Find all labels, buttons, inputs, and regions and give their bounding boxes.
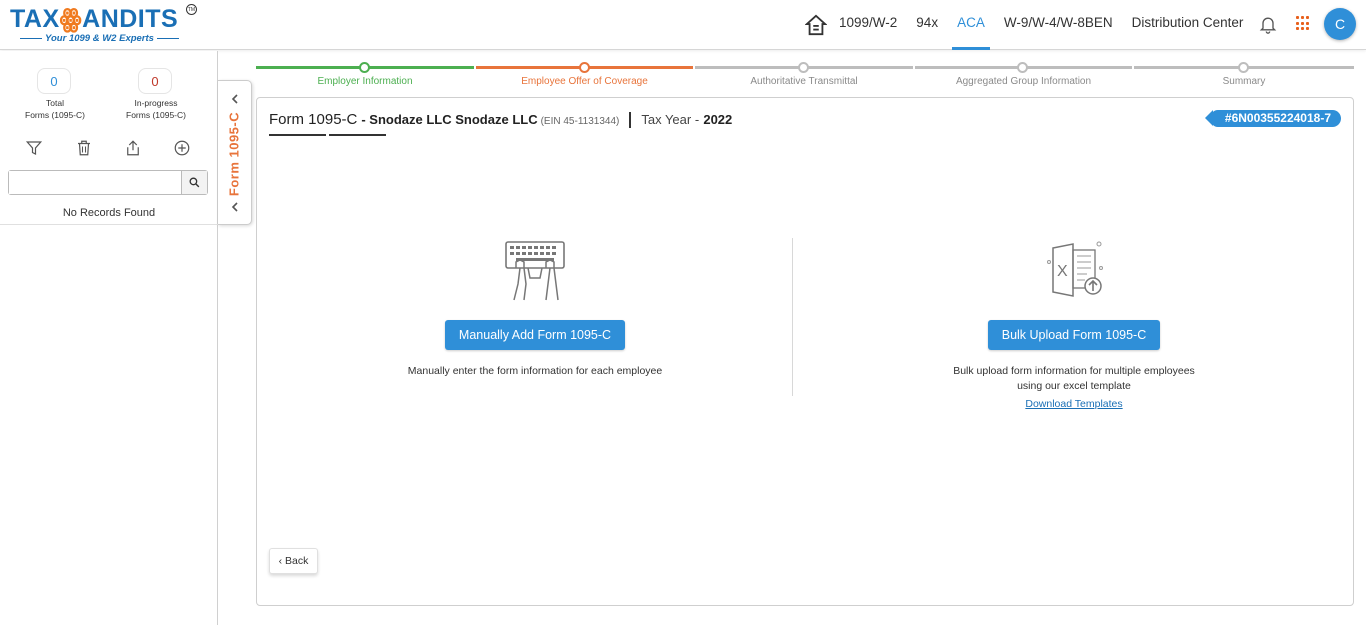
logo-brand-prefix: TAX (10, 5, 60, 33)
step-label: Employer Information (317, 76, 413, 87)
logo-brand-suffix: ANDITS (82, 5, 179, 33)
tax-year-value: 2022 (703, 112, 733, 127)
company-name: - Snodaze LLC Snodaze LLC (361, 112, 538, 127)
step-employee-offer-of-coverage[interactable]: Employee Offer of Coverage (476, 60, 693, 90)
search-icon (189, 177, 200, 188)
step-dot (579, 62, 590, 73)
logo-tagline-text: Your 1099 & W2 Experts (45, 33, 154, 44)
total-label-line2: Forms (1095-C) (25, 110, 85, 120)
sidebar-search (8, 170, 208, 195)
progress-stepper: Employer Information Employee Offer of C… (256, 60, 1354, 90)
in-progress-forms-label: In-progress Forms (1095-C) (111, 97, 201, 121)
progress-label-line1: In-progress (134, 98, 178, 108)
home-icon[interactable] (805, 14, 827, 36)
top-header: TAXꙮANDITS TM Your 1099 & W2 Experts 109… (0, 0, 1366, 50)
step-label: Authoritative Transmittal (750, 76, 858, 87)
nav-94x[interactable]: 94x (916, 0, 938, 50)
step-label: Aggregated Group Information (955, 76, 1092, 87)
company-ein: (EIN 45-1131344) (540, 116, 620, 127)
chevron-left-icon[interactable] (230, 94, 240, 104)
search-input[interactable] (9, 171, 182, 194)
step-label: Summary (1222, 76, 1266, 87)
search-button[interactable] (181, 171, 207, 194)
back-label: Back (285, 555, 309, 567)
nav-distribution-center[interactable]: Distribution Center (1132, 0, 1244, 50)
bulk-description: Bulk upload form information for multipl… (874, 364, 1274, 412)
excel-upload-icon: X (1047, 241, 1103, 297)
no-records-message: No Records Found (62, 207, 156, 219)
tax-year-label: Tax Year - (641, 112, 700, 127)
total-forms-label: Total Forms (1095-C) (10, 97, 100, 121)
step-aggregated-group-information[interactable]: Aggregated Group Information (915, 60, 1132, 90)
forms-summary-panel: 0 Total Forms (1095-C) 0 In-progress For… (0, 51, 218, 225)
form-card: Form 1095-C - Snodaze LLC Snodaze LLC (EIN… (256, 97, 1354, 606)
back-button[interactable]: ‹ Back (269, 548, 318, 574)
step-employer-information[interactable]: Employer Information (256, 60, 474, 90)
form-header: Form 1095-C - Snodaze LLC Snodaze LLC (EIN… (269, 111, 733, 129)
sidebar-collapse-tab[interactable]: Form 1095-C (218, 80, 252, 225)
filter-icon[interactable] (25, 139, 43, 157)
bulk-upload-form-button[interactable]: Bulk Upload Form 1095-C (987, 320, 1161, 350)
chevron-left-icon[interactable] (230, 202, 240, 212)
user-avatar[interactable]: C (1324, 8, 1356, 40)
share-export-icon[interactable] (124, 139, 142, 157)
trash-icon[interactable] (75, 139, 93, 157)
step-dot (1238, 62, 1249, 73)
bulk-upload-option: X Bulk Upload Form 1095-C Bulk upload fo… (874, 238, 1274, 412)
title-underline (329, 134, 386, 136)
step-summary[interactable]: Summary (1134, 60, 1354, 90)
title-separator (629, 112, 632, 129)
trademark-badge: TM (186, 4, 197, 15)
submission-id-badge: #6N00355224018-7 (1204, 110, 1341, 127)
title-underline (269, 134, 326, 136)
sidebar-tab-label: Form 1095-C (226, 111, 242, 197)
svg-text:X: X (1057, 263, 1068, 280)
in-progress-forms-count[interactable]: 0 (138, 68, 172, 94)
taxbandits-logo[interactable]: TAXꙮANDITS TM Your 1099 & W2 Experts (10, 4, 200, 46)
apps-grid-icon[interactable] (1296, 16, 1311, 31)
step-dot (1017, 62, 1028, 73)
owl-icon: ꙮ (59, 5, 83, 33)
step-label: Employee Offer of Coverage (521, 76, 648, 87)
form-name: Form 1095-C (269, 111, 358, 128)
add-circle-icon[interactable] (173, 139, 191, 157)
bulk-description-line2: using our excel template (1017, 380, 1131, 392)
main-nav: 1099/W-2 94x ACA W-9/W-4/W-8BEN Distribu… (805, 0, 1262, 50)
nav-w9-w4-w8ben[interactable]: W-9/W-4/W-8BEN (1004, 0, 1113, 50)
download-templates-link[interactable]: Download Templates (874, 397, 1274, 412)
total-forms-count[interactable]: 0 (37, 68, 71, 94)
options-divider (792, 238, 793, 396)
progress-label-line2: Forms (1095-C) (126, 110, 186, 120)
manual-description: Manually enter the form information for … (407, 365, 663, 377)
step-dot (359, 62, 370, 73)
total-label-line1: Total (46, 98, 64, 108)
keyboard-typing-icon (505, 241, 565, 301)
chevron-left-icon: ‹ (278, 555, 283, 567)
forms-sidebar: 0 Total Forms (1095-C) 0 In-progress For… (0, 51, 218, 625)
sidebar-toolbar (0, 139, 218, 159)
bell-icon[interactable] (1258, 14, 1278, 34)
bulk-description-line1: Bulk upload form information for multipl… (953, 365, 1195, 377)
logo-tagline: Your 1099 & W2 Experts (12, 33, 187, 44)
nav-1099-w2[interactable]: 1099/W-2 (839, 0, 897, 50)
nav-aca[interactable]: ACA (952, 0, 990, 50)
manual-entry-option: Manually Add Form 1095-C Manually enter … (335, 238, 735, 379)
step-authoritative-transmittal[interactable]: Authoritative Transmittal (695, 60, 913, 90)
manually-add-form-button[interactable]: Manually Add Form 1095-C (444, 320, 626, 350)
logo-wordmark: TAXꙮANDITS (10, 4, 178, 34)
step-dot (798, 62, 809, 73)
